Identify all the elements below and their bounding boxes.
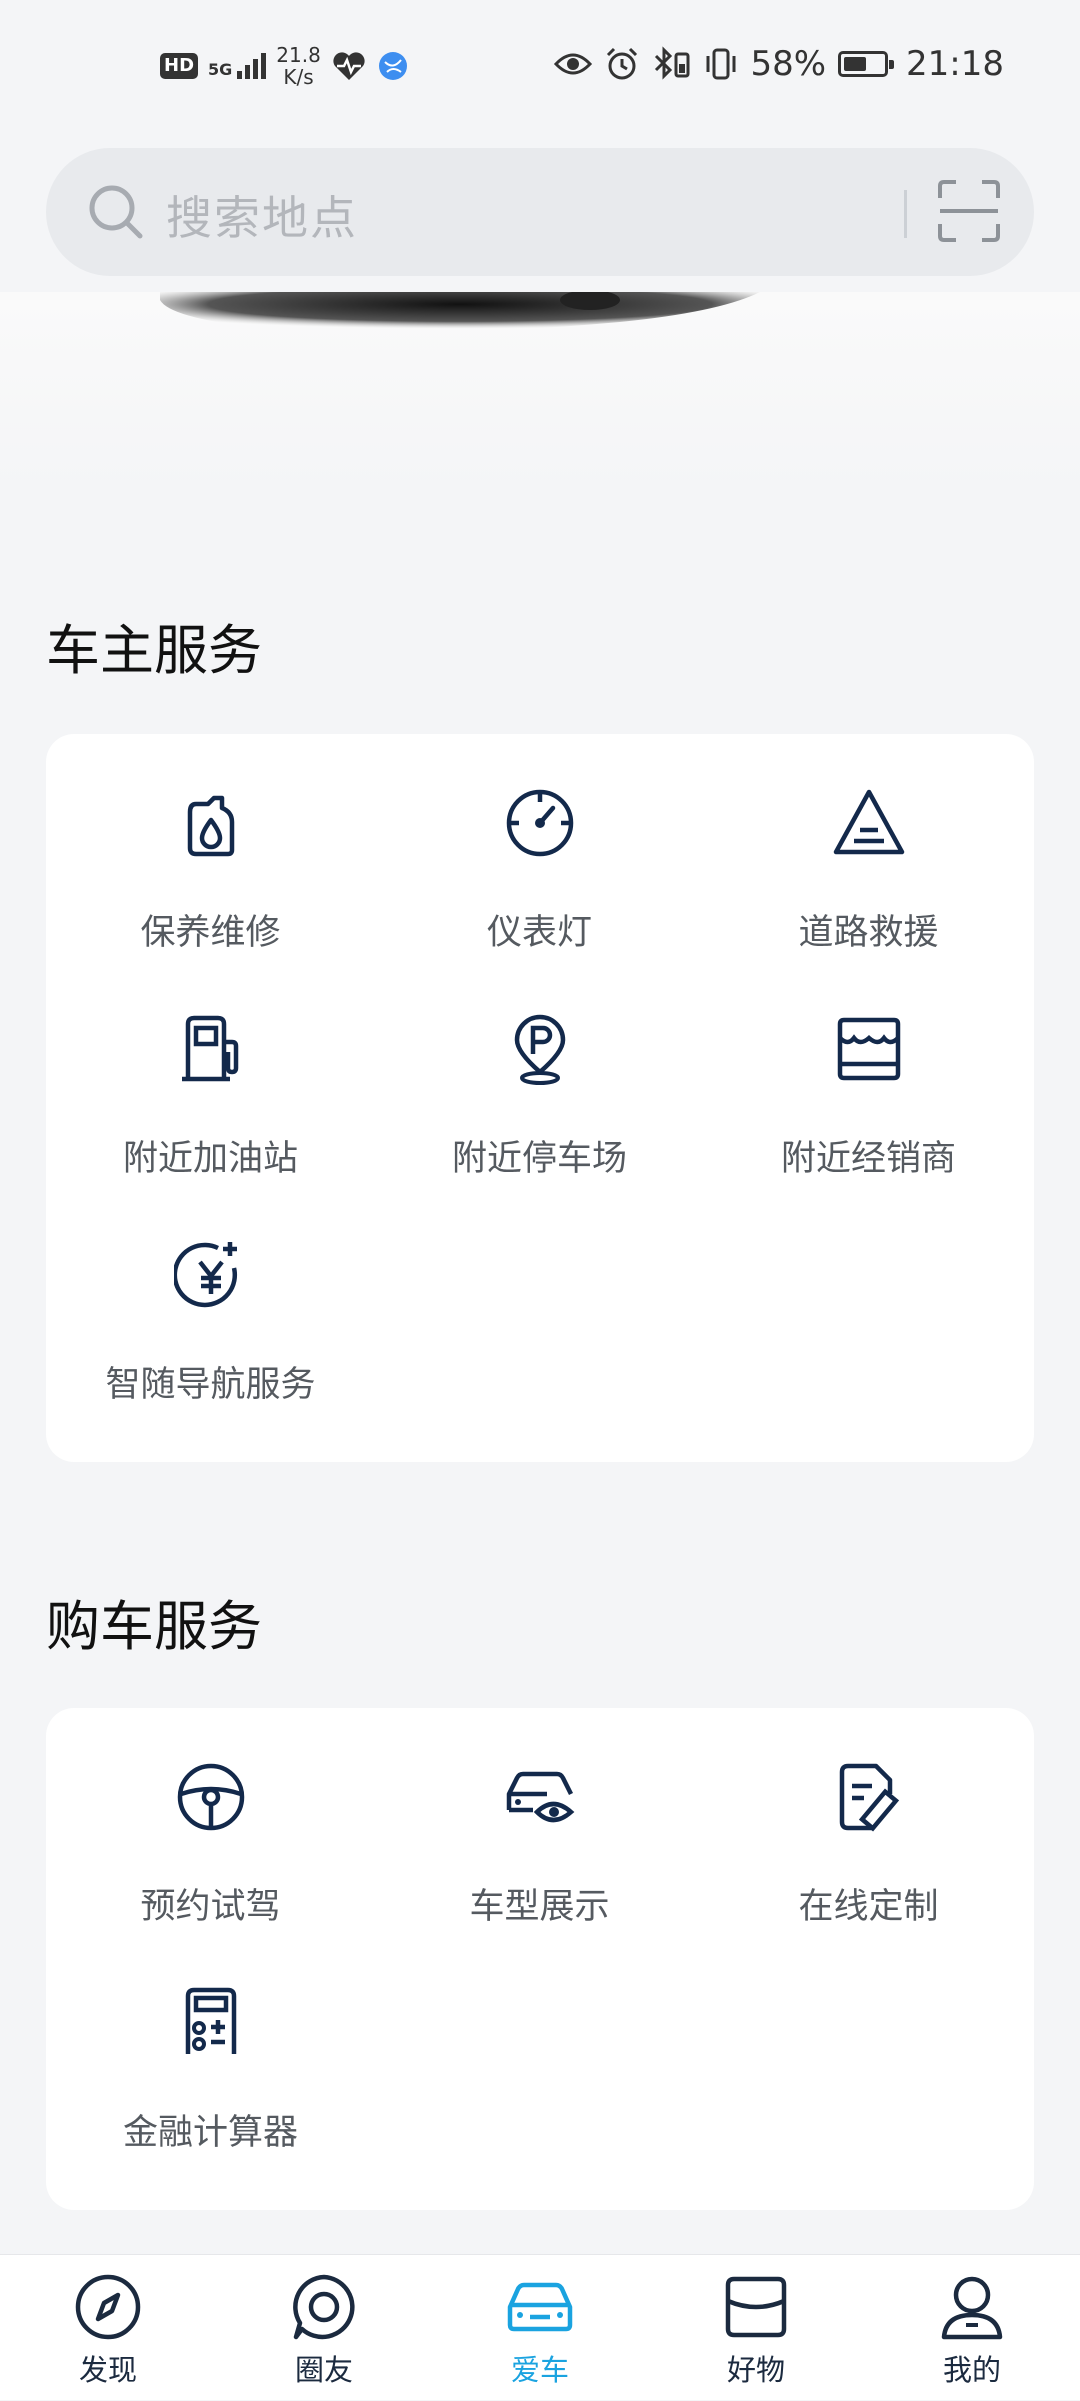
clock: 21:18	[906, 44, 1004, 84]
speed-unit: K/s	[283, 65, 314, 89]
service-label: 附近经销商	[780, 1139, 956, 1179]
eye-icon	[554, 53, 593, 75]
service-parking[interactable]: 附近停车场	[375, 960, 704, 1179]
network-type: 5G	[208, 60, 233, 79]
service-gas-station[interactable]: 附近加油站	[46, 960, 375, 1179]
bottom-nav: 发现 圈友 爱车 好物 我的	[0, 2254, 1080, 2400]
nav-profile[interactable]: 我的	[864, 2255, 1080, 2401]
bag-icon	[725, 2276, 787, 2338]
status-left: HD 5G 21.8 K/s	[160, 44, 409, 88]
search-icon	[89, 185, 143, 239]
person-icon	[941, 2276, 1003, 2340]
service-label: 金融计算器	[122, 2113, 298, 2153]
bluetooth-icon	[655, 46, 690, 80]
service-label: 附近停车场	[451, 1139, 627, 1179]
owner-services-title: 车主服务	[46, 619, 262, 682]
service-finance-calculator[interactable]: 金融计算器	[46, 1934, 375, 2153]
service-road-rescue[interactable]: 道路救援	[704, 734, 1033, 953]
service-label: 预约试驾	[140, 1887, 281, 1927]
hd-badge: HD	[160, 53, 199, 79]
fuel-pump-icon	[182, 1015, 239, 1082]
status-right: 58% 21:18	[554, 44, 1004, 84]
heart-rate-icon	[333, 52, 365, 80]
search-divider	[904, 190, 907, 238]
nav-my-car[interactable]: 爱车	[432, 2255, 648, 2401]
service-label: 车型展示	[469, 1887, 610, 1927]
car-icon	[507, 2282, 573, 2332]
globe-app-icon	[378, 52, 407, 80]
scan-icon[interactable]	[936, 178, 1002, 244]
service-label: 附近加油站	[122, 1139, 298, 1179]
search-input[interactable]: 搜索地点	[46, 148, 1034, 276]
status-bar: HD 5G 21.8 K/s 58% 21:18	[0, 0, 1080, 134]
service-test-drive[interactable]: 预约试驾	[46, 1708, 375, 1927]
chat-circle-icon	[293, 2274, 355, 2340]
search-header: 搜索地点	[0, 134, 1080, 292]
service-online-customize[interactable]: 在线定制	[704, 1708, 1033, 1927]
oil-bottle-icon	[187, 795, 235, 857]
alarm-icon	[607, 47, 638, 80]
speed-value: 21.8	[276, 43, 321, 67]
nav-label: 爱车	[510, 2353, 569, 2387]
service-label: 在线定制	[798, 1887, 939, 1927]
owner-services-card: 保养维修 仪表灯 道路救援 附近加油站 附近停车场 附近经销商 智随导航服务	[46, 734, 1034, 1462]
signal-icon: 5G	[208, 53, 267, 79]
gauge-icon	[506, 789, 574, 857]
purchase-services-card: 预约试驾 车型展示 在线定制 金融计算器	[46, 1708, 1034, 2210]
steering-wheel-icon	[177, 1763, 245, 1831]
car-image	[160, 290, 760, 333]
nav-label: 发现	[78, 2353, 137, 2387]
yuan-plus-icon	[174, 1242, 237, 1308]
calculator-icon	[185, 1987, 237, 2054]
battery-percent: 58%	[750, 44, 827, 84]
nav-friends[interactable]: 圈友	[216, 2255, 432, 2401]
service-label: 仪表灯	[486, 913, 592, 953]
nav-goods[interactable]: 好物	[648, 2255, 864, 2401]
nav-discover[interactable]: 发现	[0, 2255, 216, 2401]
traffic-cone-icon	[833, 789, 905, 855]
purchase-services-title: 购车服务	[46, 1595, 262, 1658]
battery-icon	[838, 51, 895, 77]
car-banner[interactable]	[0, 290, 1080, 492]
document-ruler-icon	[839, 1763, 900, 1832]
compass-icon	[75, 2274, 141, 2340]
search-placeholder: 搜索地点	[166, 191, 358, 245]
network-speed: 21.8 K/s	[276, 44, 321, 88]
store-icon	[837, 1017, 901, 1081]
service-label: 道路救援	[798, 913, 939, 953]
service-model-showcase[interactable]: 车型展示	[375, 1708, 704, 1927]
nav-label: 圈友	[294, 2353, 353, 2387]
service-dashboard-lights[interactable]: 仪表灯	[375, 734, 704, 953]
service-maintenance[interactable]: 保养维修	[46, 734, 375, 953]
parking-pin-icon	[514, 1014, 566, 1085]
nav-label: 我的	[942, 2353, 1001, 2387]
service-dealer[interactable]: 附近经销商	[704, 960, 1033, 1179]
car-eye-icon	[506, 1771, 575, 1823]
service-navigation[interactable]: 智随导航服务	[46, 1186, 375, 1405]
service-label: 保养维修	[140, 913, 281, 953]
vibrate-icon	[706, 48, 736, 80]
service-label: 智随导航服务	[105, 1365, 316, 1405]
nav-label: 好物	[726, 2353, 785, 2387]
